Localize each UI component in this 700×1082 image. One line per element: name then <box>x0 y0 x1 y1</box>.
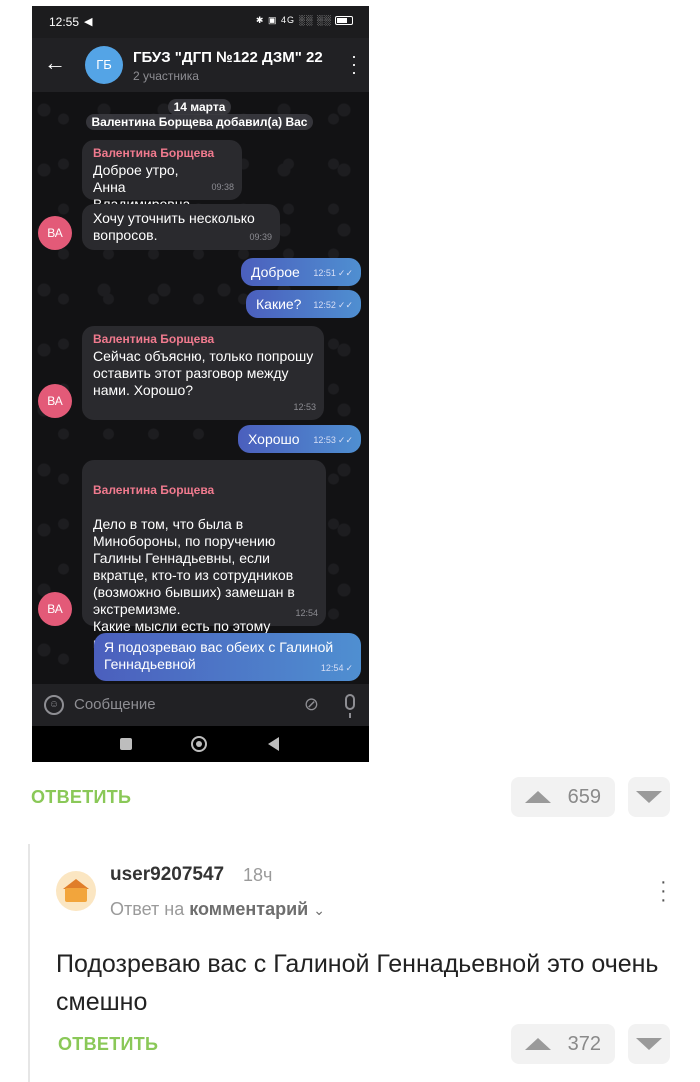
message-text: Дело в том, что была в Минобороны, по по… <box>93 516 295 651</box>
message-time-value: 12:54 <box>320 663 344 673</box>
more-menu-icon[interactable]: · · · <box>351 47 357 81</box>
avatar[interactable] <box>56 871 96 911</box>
sender-avatar[interactable]: ВА <box>38 384 72 418</box>
android-nav-bar <box>32 726 369 762</box>
message-text: Доброе <box>251 264 300 280</box>
message-time: 09:39 <box>249 232 272 242</box>
message-incoming[interactable]: Хочу уточнить несколько вопросов. 09:39 <box>82 204 280 250</box>
message-time-value: 12:52 <box>313 300 336 310</box>
service-message: Валентина Борщева добавил(а) Вас <box>85 114 314 130</box>
reply-to-label: Ответ на комментарий ⌄ <box>110 899 325 920</box>
comment-rating-widget: 372 <box>511 1024 615 1064</box>
reply-to-link[interactable]: комментарий <box>189 899 308 919</box>
message-text: Какие? <box>256 296 302 312</box>
reply-button[interactable]: ОТВЕТИТЬ <box>31 787 131 808</box>
upvote-icon[interactable] <box>525 791 551 803</box>
message-incoming[interactable]: Валентина Борщева Доброе утро, Анна Влад… <box>82 140 242 212</box>
status-icons: ✱ ▣ 4G ░░ ░░ <box>256 15 353 26</box>
telegram-screenshot: 12:55 ◀ ✱ ▣ 4G ░░ ░░ ← ГБ ГБУЗ "ДГП №122… <box>32 6 369 762</box>
message-time: 12:54 ✓ <box>321 660 353 677</box>
message-sender: Валентина Борщева <box>93 332 215 346</box>
double-check-icon: ✓✓ <box>337 300 353 310</box>
microphone-icon[interactable] <box>345 694 355 718</box>
telegram-notification-icon: ◀ <box>84 16 93 28</box>
comment-username[interactable]: user9207547 <box>110 864 224 886</box>
message-text: Хочу уточнить несколько вопросов. <box>93 210 255 243</box>
message-time: 09:38 <box>211 182 234 192</box>
group-avatar[interactable]: ГБ <box>85 46 123 84</box>
message-input[interactable]: Сообщение <box>74 696 156 713</box>
chat-date-separator: 14 марта Валентина Борщева добавил(а) Ва… <box>82 99 317 130</box>
message-sender: Валентина Борщева <box>93 483 215 497</box>
message-time: 12:53 ✓✓ <box>313 432 353 449</box>
message-incoming[interactable]: Валентина Борщева Дело в том, что была в… <box>82 460 326 651</box>
status-time: 12:55 <box>49 15 80 29</box>
message-outgoing[interactable]: Хорошо 12:53 ✓✓ <box>238 425 361 453</box>
message-time: 12:51 ✓✓ <box>313 265 353 282</box>
message-text: Сейчас объясню, только попрошу оставить … <box>93 348 314 398</box>
message-time: 12:52 ✓✓ <box>313 297 353 314</box>
chat-header: ← ГБ ГБУЗ "ДГП №122 ДЗМ" 22 2 участника … <box>32 38 369 92</box>
message-time: 12:53 <box>293 402 316 412</box>
message-sender: Валентина Борщева <box>93 146 215 160</box>
home-icon[interactable] <box>191 736 207 752</box>
attach-icon[interactable]: ⊘ <box>304 694 319 715</box>
comment-downvote-button[interactable] <box>628 1024 670 1064</box>
double-check-icon: ✓✓ <box>337 268 353 278</box>
status-bar: 12:55 ◀ ✱ ▣ 4G ░░ ░░ <box>32 6 369 38</box>
chat-subtitle: 2 участника <box>133 69 199 83</box>
message-text: Хорошо <box>248 431 300 447</box>
upvote-icon[interactable] <box>525 1038 551 1050</box>
chat-title[interactable]: ГБУЗ "ДГП №122 ДЗМ" 22 <box>133 49 323 66</box>
double-check-icon: ✓✓ <box>337 435 353 445</box>
message-outgoing[interactable]: Доброе 12:51 ✓✓ <box>241 258 361 286</box>
comment-rating-count: 372 <box>567 1033 601 1055</box>
rating-widget: 659 <box>511 777 615 817</box>
message-text: Я подозреваю вас обеих с Галиной Геннадь… <box>104 639 334 672</box>
check-icon: ✓ <box>345 663 353 673</box>
battery-icon <box>335 16 353 26</box>
reply-to-prefix: Ответ на <box>110 899 185 919</box>
message-incoming[interactable]: Валентина Борщева Сейчас объясню, только… <box>82 326 324 420</box>
sender-avatar[interactable]: ВА <box>38 592 72 626</box>
page: 12:55 ◀ ✱ ▣ 4G ░░ ░░ ← ГБ ГБУЗ "ДГП №122… <box>0 0 700 1082</box>
back-icon[interactable] <box>268 737 279 751</box>
comment-text: Подозреваю вас с Галиной Геннадьевной эт… <box>56 950 659 1016</box>
house-icon <box>65 888 87 902</box>
message-time-value: 12:53 <box>313 435 336 445</box>
downvote-icon <box>636 1038 662 1050</box>
chat-area[interactable]: 14 марта Валентина Борщева добавил(а) Ва… <box>32 92 369 684</box>
thread-line <box>28 844 30 1082</box>
message-outgoing[interactable]: Какие? 12:52 ✓✓ <box>246 290 361 318</box>
comment-reply-button[interactable]: ОТВЕТИТЬ <box>58 1034 158 1055</box>
message-outgoing[interactable]: Я подозреваю вас обеих с Галиной Геннадь… <box>94 633 361 681</box>
rating-count: 659 <box>567 786 601 808</box>
status-indicators: ✱ ▣ 4G ░░ ░░ <box>255 15 332 25</box>
chevron-down-icon[interactable]: ⌄ <box>313 902 325 918</box>
emoji-icon[interactable]: ☺ <box>44 695 64 715</box>
recents-icon[interactable] <box>120 738 132 750</box>
downvote-icon <box>636 791 662 803</box>
date-label: 14 марта <box>167 99 232 115</box>
comment-time: 18ч <box>243 865 273 885</box>
comment-menu-icon[interactable]: · · · <box>660 872 667 910</box>
message-time-value: 12:51 <box>313 268 336 278</box>
downvote-button[interactable] <box>628 777 670 817</box>
sender-avatar[interactable]: ВА <box>38 216 72 250</box>
message-time: 12:54 <box>295 608 318 618</box>
message-input-bar: ☺ Сообщение ⊘ <box>32 684 369 726</box>
back-arrow-icon[interactable]: ← <box>44 51 66 75</box>
